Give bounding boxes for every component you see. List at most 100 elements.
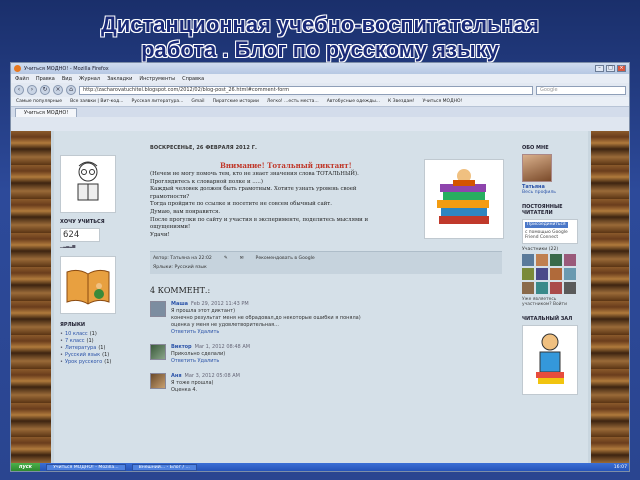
- profile-link[interactable]: Весь профиль: [522, 190, 586, 195]
- slide-title-line-2: работа . Блог по русскому языку: [141, 37, 499, 62]
- menu-bar: Файл Правка Вид Журнал Закладки Инструме…: [11, 74, 629, 83]
- menu-bookmarks[interactable]: Закладки: [107, 76, 132, 82]
- comment-author[interactable]: Виктор: [171, 344, 192, 350]
- avatar: [150, 301, 166, 317]
- bookmark-item[interactable]: Самые популярные: [16, 99, 62, 104]
- maximize-button[interactable]: □: [606, 65, 615, 72]
- slide-title-line-1: Дистанционная учебно-воспитательная: [101, 12, 539, 37]
- back-arrow-icon[interactable]: ‹: [14, 85, 24, 95]
- menu-edit[interactable]: Правка: [36, 76, 55, 82]
- bookmark-item[interactable]: Gmail: [191, 99, 204, 104]
- join-button[interactable]: Присоединиться: [525, 222, 568, 228]
- edit-pencil-icon[interactable]: ✎: [224, 254, 228, 263]
- recommend-link[interactable]: Рекомендовать в Google: [256, 254, 315, 263]
- comment-text: Я тоже прошла): [171, 380, 214, 386]
- firefox-icon: [14, 65, 21, 72]
- post: Внимание! Тотальный диктант! (Нечем не м…: [150, 155, 504, 251]
- reload-icon[interactable]: ↻: [40, 85, 50, 95]
- post-body: (Нечем не могу помочь тем, кто не знает …: [150, 171, 400, 239]
- start-button[interactable]: пуск: [11, 463, 41, 471]
- member-avatar[interactable]: [564, 281, 576, 294]
- bookmark-item[interactable]: Автобусные одежды...: [327, 99, 380, 104]
- open-book-image: [60, 256, 116, 314]
- post-line: (Нечем не могу помочь тем, кто не знает …: [150, 171, 359, 177]
- followers-heading: ПОСТОЯННЫЕ ЧИТАТЕЛИ: [522, 204, 563, 216]
- email-icon[interactable]: ✉: [240, 254, 244, 263]
- member-avatar[interactable]: [522, 281, 534, 294]
- avatar: [150, 373, 166, 389]
- bookmark-item[interactable]: Учиться МОДНО!: [422, 99, 462, 104]
- follow-widget: Присоединиться с помощью Google Friend C…: [522, 219, 578, 244]
- menu-tools[interactable]: Инструменты: [139, 76, 175, 82]
- menu-help[interactable]: Справка: [182, 76, 204, 82]
- member-avatar[interactable]: [536, 253, 548, 266]
- member-avatar[interactable]: [564, 253, 576, 266]
- profile-photo[interactable]: [522, 154, 552, 182]
- taskbar: пуск Учиться МОДНО! - Mozilla... Внешний…: [11, 463, 629, 471]
- post-line: ощущениями!: [150, 224, 191, 231]
- label-item[interactable]: Русский язык(1): [60, 352, 130, 359]
- comment-text: Прикольно сделали): [171, 351, 226, 357]
- url-bar[interactable]: http://zacharovatuchitel.blogspot.com/20…: [79, 85, 533, 95]
- member-avatar[interactable]: [522, 253, 534, 266]
- comment-author[interactable]: Аня: [171, 373, 182, 379]
- comment-text: Оценка 4.: [171, 387, 198, 393]
- member-avatar[interactable]: [536, 281, 548, 294]
- label-item[interactable]: 7 класс(1): [60, 338, 130, 345]
- post-labels[interactable]: Ярлыки: Русский язык: [153, 263, 207, 272]
- navigation-toolbar: ‹ › ↻ × ⌂ http://zacharovatuchitel.blogs…: [11, 83, 629, 97]
- comment-author[interactable]: Маша: [171, 301, 188, 307]
- counter-graph-icon: ▁▂▃▂▅: [60, 243, 76, 248]
- post-author[interactable]: Автор: Татьяна на 22:02: [153, 254, 212, 263]
- member-avatar[interactable]: [550, 267, 562, 280]
- comment-reply-delete[interactable]: Ответить Удалить: [171, 358, 250, 365]
- bookmark-item[interactable]: Пиратские истории: [213, 99, 259, 104]
- close-button[interactable]: ×: [617, 65, 626, 72]
- bookshelf-right-image: [591, 131, 629, 465]
- menu-file[interactable]: Файл: [15, 76, 29, 82]
- member-avatar[interactable]: [564, 267, 576, 280]
- comment: Аня Mar 3, 2012 05:08 AM Я тоже прошла) О…: [150, 373, 502, 394]
- stop-icon[interactable]: ×: [53, 85, 63, 95]
- label-item[interactable]: Литература(1): [60, 345, 130, 352]
- labels-list: 10 класс(1) 7 класс(1) Литература(1) Рус…: [60, 331, 130, 366]
- home-icon[interactable]: ⌂: [66, 85, 76, 95]
- member-avatar[interactable]: [550, 253, 562, 266]
- already-member-link[interactable]: Уже являетесь участником? Войти: [522, 297, 586, 308]
- menu-history[interactable]: Журнал: [79, 76, 100, 82]
- members-grid: [522, 253, 586, 294]
- slide-title: Дистанционная учебно-воспитательная рабо…: [0, 12, 640, 62]
- taskbar-item[interactable]: Внешний... - Блог / ...: [131, 463, 197, 471]
- visitor-counter: 624: [60, 228, 100, 242]
- window-title: Учиться МОДНО! - Mozilla Firefox: [24, 65, 109, 72]
- cartoon-reader-image: [60, 155, 116, 213]
- post-line: После прогулки по сайту и участия в эксп…: [150, 216, 369, 223]
- label-item[interactable]: Урок русского(1): [60, 359, 130, 366]
- member-avatar[interactable]: [536, 267, 548, 280]
- stack-of-books-image: [424, 159, 504, 239]
- window-titlebar: Учиться МОДНО! - Mozilla Firefox – □ ×: [11, 63, 629, 74]
- bookmark-item[interactable]: Легко! ...есть места...: [267, 99, 319, 104]
- comment-date: Feb 29, 2012 11:43 PM: [191, 301, 249, 307]
- menu-view[interactable]: Вид: [62, 76, 72, 82]
- member-avatar[interactable]: [522, 267, 534, 280]
- minimize-button[interactable]: –: [595, 65, 604, 72]
- label-item[interactable]: 10 класс(1): [60, 331, 130, 338]
- main-column: ВОСКРЕСЕНЬЕ, 26 ФЕВРАЛЯ 2012 Г. Внимание…: [150, 145, 504, 402]
- comment-date: Mar 3, 2012 05:08 AM: [184, 373, 240, 379]
- comment-reply-delete[interactable]: Ответить Удалить: [171, 329, 361, 336]
- post-line: Каждый человек должен быть грамотным. Хо…: [150, 186, 357, 193]
- counter-heading: ХОЧУ УЧИТЬСЯ: [60, 219, 105, 225]
- comment-text: Я прошла этот диктант): [171, 308, 236, 314]
- member-avatar[interactable]: [550, 281, 562, 294]
- bookmark-item[interactable]: Все заявки | Вит-код...: [70, 99, 123, 104]
- tab-active[interactable]: Учиться МОДНО!: [15, 108, 78, 117]
- bookmark-item[interactable]: К Звездам!: [388, 99, 414, 104]
- taskbar-item[interactable]: Учиться МОДНО! - Mozilla...: [46, 463, 126, 471]
- post-line: Думаю, вам понравится.: [150, 208, 221, 215]
- bookmark-item[interactable]: Русская литература...: [131, 99, 183, 104]
- join-text: с помощью Google Friend Connect: [525, 229, 568, 241]
- search-input[interactable]: Google: [536, 85, 626, 95]
- forward-arrow-icon[interactable]: ›: [27, 85, 37, 95]
- blog-page: ХОЧУ УЧИТЬСЯ 624 ▁▂▃▂▅ ЯРЛЫКИ 10 класс(1…: [51, 131, 591, 465]
